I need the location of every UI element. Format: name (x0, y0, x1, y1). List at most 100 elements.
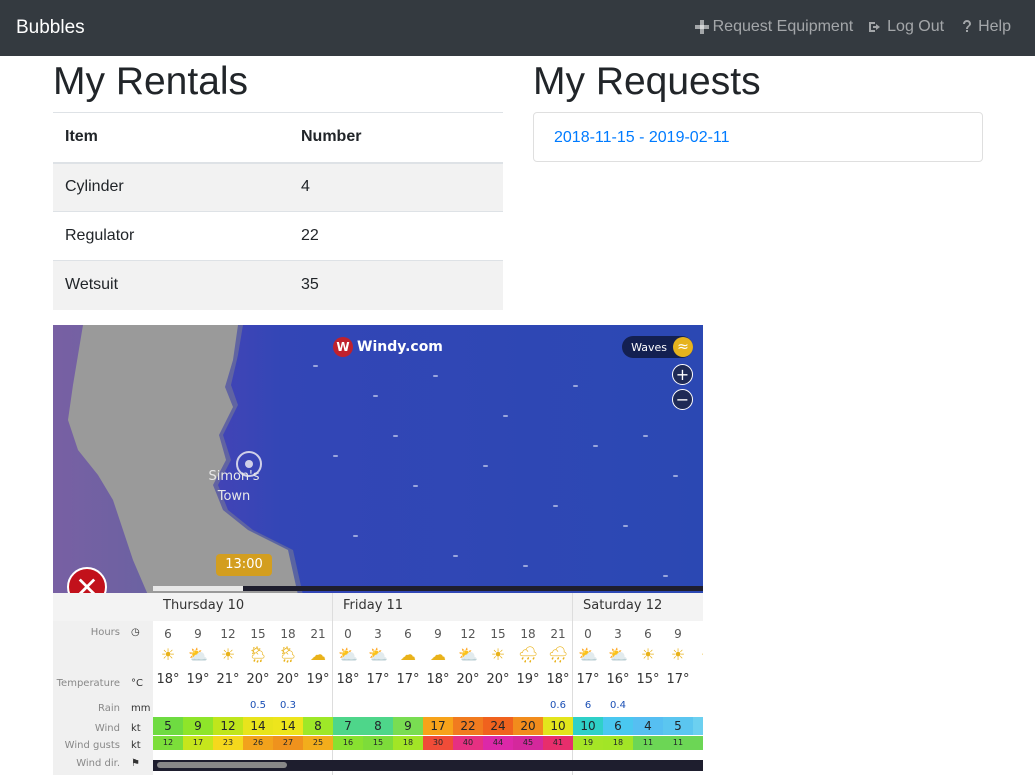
weather-icon: ⛅ (458, 645, 478, 664)
navbar: Bubbles Request Equipment Log Out Help (0, 0, 1035, 56)
nav-help-label: Help (978, 18, 1011, 35)
gust-cell: 15 (363, 736, 393, 750)
day-label: Saturday 12 (583, 598, 663, 613)
weather-icon: 🌧 (547, 645, 569, 664)
rain-cell: 0.6 (550, 700, 566, 711)
gust-cell: 11 (633, 736, 663, 750)
wind-cell: 20 (513, 717, 543, 735)
brand-link[interactable]: Bubbles (16, 17, 85, 39)
wind-cell: 14 (273, 717, 303, 735)
plus-icon (694, 20, 709, 34)
temperature-cell: 17° (666, 672, 690, 687)
layer-selector[interactable]: Waves ≈ (622, 336, 693, 358)
gust-cell: 19 (573, 736, 603, 750)
gust-cell: 18 (603, 736, 633, 750)
wind-cell: 9 (393, 717, 423, 735)
waves-icon: ≈ (673, 337, 693, 357)
question-icon (963, 20, 972, 32)
temperature-cell: 1 (693, 672, 703, 687)
wind-cell: 22 (453, 717, 483, 735)
gust-cell: 12 (153, 736, 183, 750)
gust-cell: 40 (453, 736, 483, 750)
hour-cell: 0 (344, 627, 352, 641)
weather-icon: ☁ (400, 645, 416, 664)
weather-icon: ☀ (640, 645, 656, 664)
zoom-in-button[interactable]: + (672, 364, 693, 385)
rain-label: Rain (98, 703, 120, 714)
weather-icon: ☁ (310, 645, 326, 664)
hour-cell: 9 (434, 627, 442, 641)
gust-cell: 26 (243, 736, 273, 750)
hour-cell: 6 (164, 627, 172, 641)
row-labels: Hours ◷ Temperature °C Rain mm Wind kt W… (53, 621, 153, 775)
clock-icon: ◷ (131, 627, 140, 638)
hour-cell: 1 (693, 627, 703, 641)
weather-icon: 🌦 (277, 645, 299, 664)
gust-cell: 41 (543, 736, 573, 750)
wind-cell: 4 (633, 717, 663, 735)
number-cell: 4 (289, 162, 503, 212)
temperature-cell: 18° (426, 672, 450, 687)
wind-cell: 14 (243, 717, 273, 735)
table-row: Cylinder 4 (53, 162, 503, 212)
wave-map[interactable] (53, 325, 703, 595)
nav-request-equipment[interactable]: Request Equipment (694, 18, 854, 36)
column-header-item: Item (53, 112, 289, 164)
weather-icon: ⛅ (338, 645, 358, 664)
flag-icon: ⚑ (131, 758, 140, 769)
hour-cell: 9 (674, 627, 682, 641)
weather-icon: ☀ (490, 645, 506, 664)
time-marker[interactable]: 13:00 (216, 554, 272, 576)
nav-request-equipment-label: Request Equipment (712, 18, 854, 35)
weather-icon: 🌧 (517, 645, 539, 664)
plus-icon: + (675, 365, 690, 384)
temperature-unit: °C (131, 678, 143, 689)
hour-cell: 12 (220, 627, 236, 641)
wind-cell: 8 (303, 717, 333, 735)
scrollbar-thumb[interactable] (157, 762, 287, 768)
wind-cell: 10 (573, 717, 603, 735)
gusts-unit: kt (131, 740, 141, 751)
wind-cell: 12 (213, 717, 243, 735)
temperature-cell: 17° (576, 672, 600, 687)
temperature-cell: 15° (636, 672, 660, 687)
item-cell: Cylinder (53, 162, 289, 212)
request-link[interactable]: 2018-11-15 - 2019-02-11 (554, 129, 730, 147)
hour-cell: 21 (550, 627, 566, 641)
gust-cell: 18 (393, 736, 423, 750)
minus-icon: − (675, 390, 690, 409)
weather-icon: ☁ (430, 645, 446, 664)
wind-cell (693, 717, 703, 735)
rentals-table: Item Number Cylinder 4 Regulator 22 Wets… (53, 112, 503, 310)
requests-title: My Requests (533, 60, 761, 103)
temperature-cell: 19° (186, 672, 210, 687)
hour-cell: 15 (250, 627, 266, 641)
nav-links: Request Equipment Log Out Help (694, 18, 1011, 36)
hour-cell: 9 (194, 627, 202, 641)
gust-cell: 44 (483, 736, 513, 750)
temperature-cell: 18° (156, 672, 180, 687)
nav-help[interactable]: Help (960, 18, 1011, 36)
hour-cell: 6 (644, 627, 652, 641)
zoom-out-button[interactable]: − (672, 389, 693, 410)
wind-cell: 5 (153, 717, 183, 735)
weather-icon: ☀ (220, 645, 236, 664)
wind-unit: kt (131, 723, 141, 734)
nav-log-out[interactable]: Log Out (869, 18, 944, 36)
gust-cell: 11 (663, 736, 693, 750)
temperature-cell: 19° (516, 672, 540, 687)
temperature-cell: 20° (276, 672, 300, 687)
weather-icon: ⛅ (368, 645, 388, 664)
forecast-scrollbar[interactable] (153, 760, 703, 771)
windy-logo[interactable]: W Windy.com (333, 337, 443, 357)
forecast-days: Thursday 10 Friday 11 Saturday 12 (53, 593, 703, 621)
windy-widget[interactable]: W Windy.com Waves ≈ + − Simon's Town 13:… (53, 325, 703, 775)
forecast-table: Thursday 10 Friday 11 Saturday 12 Hours … (53, 593, 703, 775)
gust-cell: 25 (303, 736, 333, 750)
wind-cell: 8 (363, 717, 393, 735)
temperature-cell: 21° (216, 672, 240, 687)
gust-cell: 23 (213, 736, 243, 750)
place-label: Simon's Town (208, 469, 260, 504)
temperature-cell: 20° (486, 672, 510, 687)
gust-cell: 27 (273, 736, 303, 750)
